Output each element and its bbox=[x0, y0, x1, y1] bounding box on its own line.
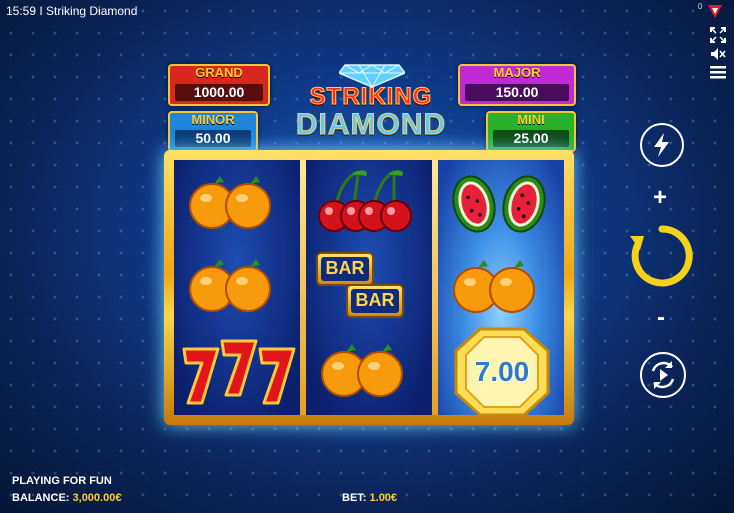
bet: BET: 1.00€ bbox=[342, 492, 397, 504]
fullscreen-icon[interactable] bbox=[710, 27, 726, 43]
coin-value: 7.00 bbox=[474, 356, 530, 387]
increase-bet-button[interactable]: + bbox=[653, 184, 667, 212]
jackpot-grand-value: 1000.00 bbox=[175, 84, 263, 101]
play-mode-text: PLAYING FOR FUN bbox=[12, 475, 112, 487]
turbo-button[interactable] bbox=[640, 123, 684, 167]
jackpot-grand-label: GRAND bbox=[195, 65, 243, 80]
seven-icon bbox=[182, 339, 296, 405]
balance: BALANCE: 3,000.00€ bbox=[12, 492, 121, 504]
lightning-icon bbox=[654, 133, 669, 157]
cherry-icon bbox=[318, 170, 412, 232]
provider-logo-icon bbox=[708, 5, 722, 18]
orange-icon bbox=[189, 259, 271, 312]
decrease-bet-button[interactable]: - bbox=[657, 304, 665, 332]
jackpot-mini-value: 25.00 bbox=[493, 130, 569, 147]
game-logo: STRIKING DIAMOND bbox=[286, 83, 456, 141]
logo-line-1: STRIKING bbox=[309, 83, 433, 110]
jackpot-grand: GRAND 1000.00 bbox=[168, 64, 270, 106]
menu-icon[interactable] bbox=[710, 66, 726, 79]
jackpot-mini: MINI 25.00 bbox=[486, 111, 576, 152]
jackpot-major-label: MAJOR bbox=[493, 65, 541, 80]
bar-text: BAR bbox=[351, 289, 399, 313]
bar-symbol: BAR bbox=[346, 284, 404, 318]
orange-icon bbox=[321, 344, 403, 397]
corner-count: 0 bbox=[698, 2, 703, 11]
jackpot-mini-label: MINI bbox=[517, 112, 545, 127]
spin-button[interactable] bbox=[628, 222, 696, 290]
orange-icon bbox=[189, 176, 271, 229]
jackpot-major: MAJOR 150.00 bbox=[458, 64, 576, 106]
orange-icon bbox=[453, 260, 535, 313]
jackpot-minor: MINOR 50.00 bbox=[168, 111, 258, 152]
balance-value: 3,000.00€ bbox=[72, 492, 122, 504]
window-title: 15:59 I Striking Diamond bbox=[6, 4, 138, 18]
autoplay-icon bbox=[651, 361, 675, 389]
autoplay-button[interactable] bbox=[640, 352, 686, 398]
bet-value: 1.00€ bbox=[369, 492, 398, 504]
jackpot-minor-value: 50.00 bbox=[175, 130, 251, 147]
bet-label: BET: bbox=[342, 492, 367, 504]
sound-mute-icon[interactable] bbox=[710, 47, 726, 61]
balance-label: BALANCE: bbox=[12, 492, 70, 504]
top-bar: 15:59 I Striking Diamond 0 bbox=[0, 0, 734, 22]
logo-line-2: DIAMOND bbox=[295, 108, 447, 141]
jackpot-major-value: 150.00 bbox=[465, 84, 569, 101]
bar-text: BAR bbox=[321, 257, 369, 281]
bar-symbol: BAR bbox=[316, 252, 374, 286]
jackpot-minor-label: MINOR bbox=[191, 112, 235, 127]
spin-arrow-icon bbox=[630, 225, 693, 287]
coin-symbol: 7.00 bbox=[454, 327, 550, 417]
watermelon-icon bbox=[452, 175, 546, 233]
